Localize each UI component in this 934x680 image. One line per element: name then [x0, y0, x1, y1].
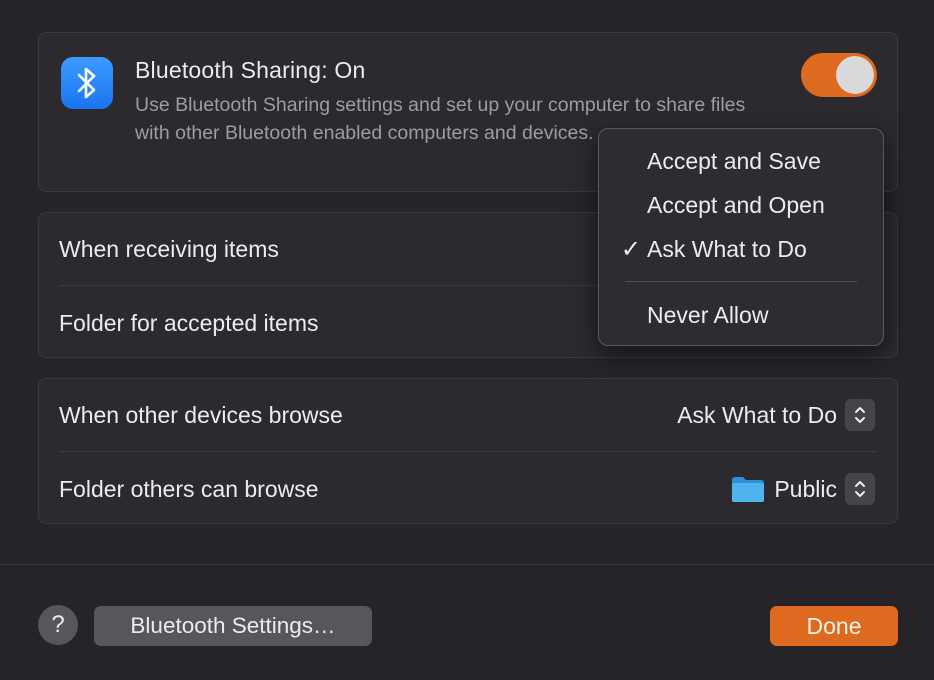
- bluetooth-sharing-sheet: Bluetooth Sharing: On Use Bluetooth Shar…: [0, 0, 934, 680]
- done-button[interactable]: Done: [770, 606, 898, 646]
- row-divider: [59, 451, 877, 452]
- menu-item-label: Ask What to Do: [647, 235, 807, 262]
- help-button[interactable]: ?: [38, 605, 78, 645]
- menu-item-ask-what-to-do[interactable]: ✓ Ask What to Do: [599, 229, 883, 269]
- menu-separator: [625, 281, 857, 282]
- when-browse-popup[interactable]: Ask What to Do: [677, 399, 875, 431]
- folder-browse-popup[interactable]: Public: [730, 473, 875, 505]
- folder-browse-value: Public: [774, 475, 837, 502]
- folder-browse-label: Folder others can browse: [59, 475, 319, 502]
- up-down-chevron-icon: [845, 399, 875, 431]
- menu-item-label: Accept and Save: [647, 147, 821, 174]
- bluetooth-icon: [61, 57, 113, 109]
- up-down-chevron-icon: [845, 473, 875, 505]
- menu-item-accept-and-save[interactable]: Accept and Save: [599, 141, 883, 181]
- when-receiving-menu: Accept and Save Accept and Open ✓ Ask Wh…: [598, 128, 884, 346]
- browse-settings-group: When other devices browse Ask What to Do…: [38, 378, 898, 524]
- when-browse-row: When other devices browse Ask What to Do: [39, 379, 897, 451]
- toggle-knob: [836, 56, 874, 94]
- menu-item-never-allow[interactable]: Never Allow: [599, 295, 883, 335]
- folder-accepted-label: Folder for accepted items: [59, 309, 319, 336]
- checkmark-icon: ✓: [620, 235, 641, 263]
- footer-divider: [0, 564, 934, 565]
- when-receiving-label: When receiving items: [59, 235, 279, 262]
- menu-item-label: Accept and Open: [647, 191, 825, 218]
- folder-icon: [730, 474, 766, 504]
- bluetooth-sharing-title: Bluetooth Sharing: On: [135, 57, 366, 83]
- when-browse-value: Ask What to Do: [677, 401, 837, 428]
- menu-item-accept-and-open[interactable]: Accept and Open: [599, 185, 883, 225]
- folder-browse-row: Folder others can browse Public: [39, 453, 897, 525]
- bluetooth-sharing-toggle[interactable]: [801, 53, 877, 97]
- menu-item-label: Never Allow: [647, 301, 769, 328]
- bluetooth-settings-button[interactable]: Bluetooth Settings…: [94, 606, 372, 646]
- when-browse-label: When other devices browse: [59, 401, 343, 428]
